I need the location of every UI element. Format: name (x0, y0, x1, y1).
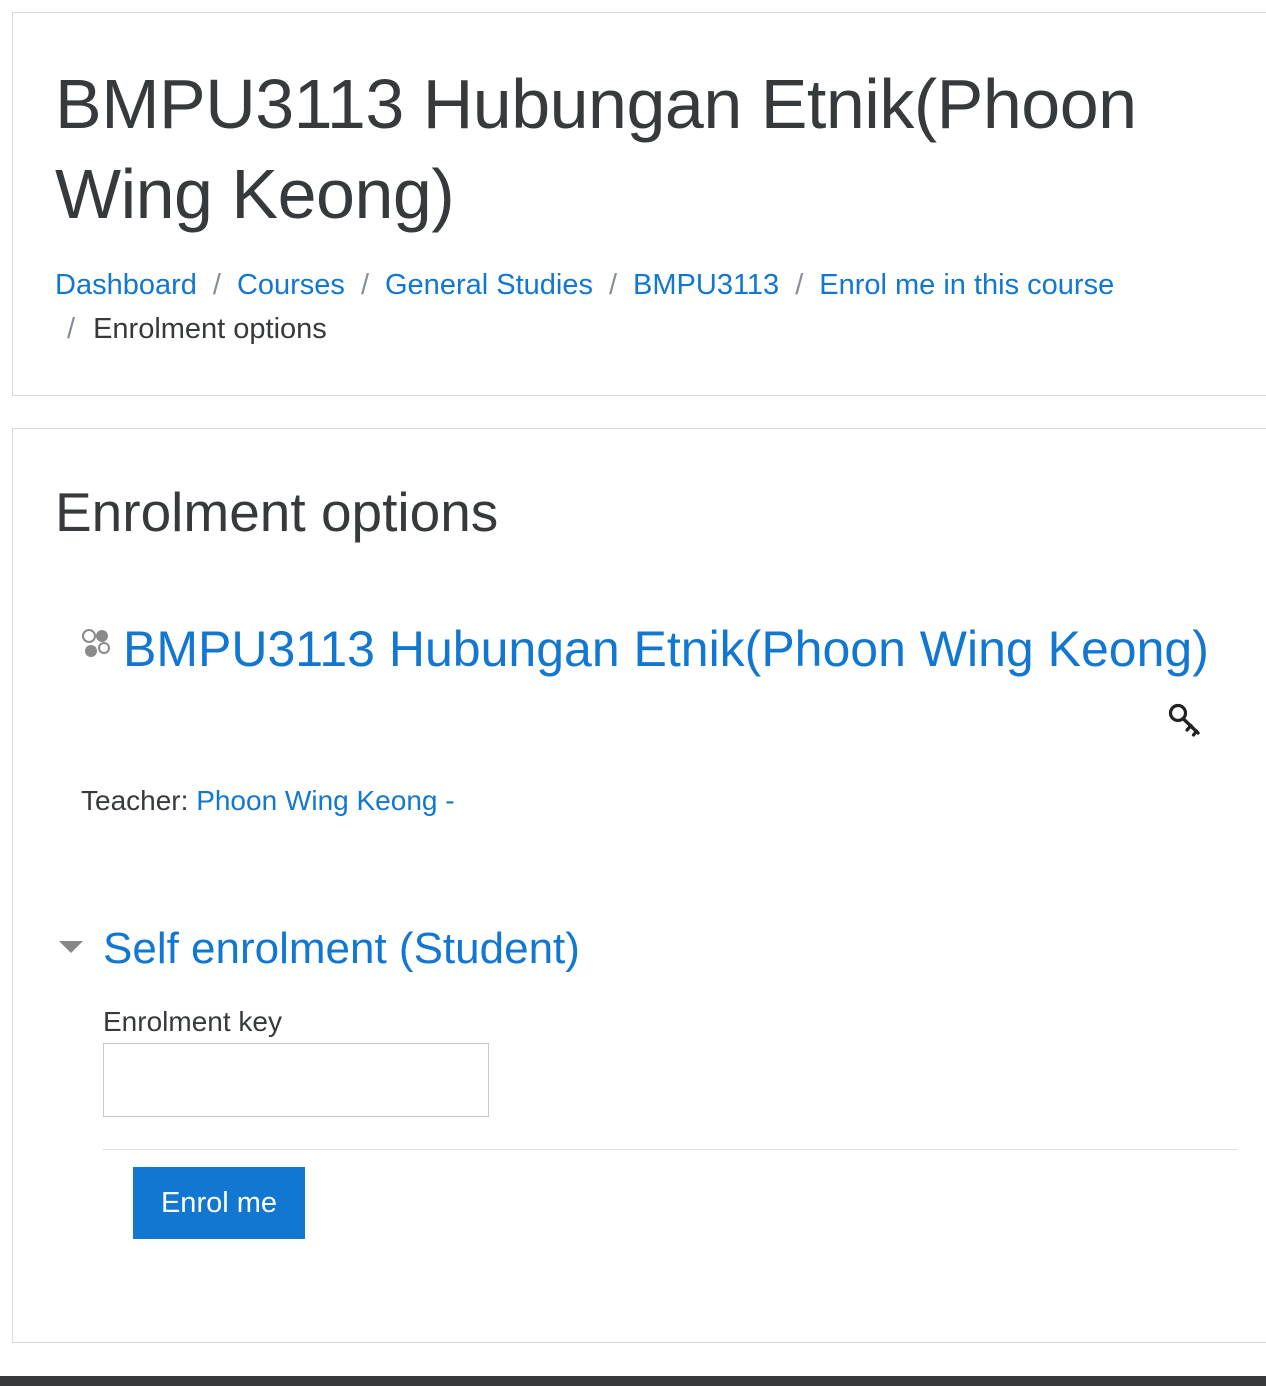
teacher-label: Teacher: (81, 785, 189, 816)
enrolment-key-input[interactable] (103, 1043, 489, 1117)
breadcrumb-separator: / (360, 269, 369, 301)
page-title: BMPU3113 Hubungan Etnik(Phoon Wing Keong… (55, 65, 1137, 233)
breadcrumb-item-courses[interactable]: Courses (237, 269, 345, 301)
breadcrumb: Dashboard / Courses / General Studies / BMPU31… (55, 263, 1255, 351)
breadcrumb-link-dashboard[interactable]: Dashboard (55, 269, 197, 301)
section-title: Enrolment options (55, 481, 499, 543)
teacher-name-link[interactable]: Phoon Wing Keong - (196, 785, 454, 816)
self-enrolment-title[interactable]: Self enrolment (Student) (103, 919, 580, 979)
breadcrumb-separator: / (795, 269, 804, 301)
breadcrumb-separator: / (608, 269, 618, 301)
breadcrumb-item-dashboard[interactable]: Dashboard (55, 269, 197, 301)
breadcrumb-separator: / (67, 313, 76, 345)
key-icon (1168, 703, 1200, 737)
breadcrumb-item-general-studies[interactable]: General Studies (385, 269, 593, 301)
breadcrumb-line: / Enrolment options (55, 307, 1255, 351)
breadcrumb-link-enrol[interactable]: Enrol me in this course (819, 269, 1114, 301)
page-header: BMPU3113 Hubungan Etnik(Phoon Wing Keong… (12, 12, 1266, 396)
teacher-info: Teacher: Phoon Wing Keong - (81, 781, 455, 821)
breadcrumb-item-current: Enrolment options (93, 313, 327, 345)
breadcrumb-item-course-code[interactable]: BMPU3113 (633, 269, 779, 301)
form-divider (103, 1149, 1237, 1150)
breadcrumb-link-general-studies[interactable]: General Studies (385, 269, 593, 301)
main-region: Enrolment options BMPU3113 Hubungan Etni… (12, 428, 1266, 1343)
course-name-link[interactable]: BMPU3113 Hubungan Etnik(Phoon Wing Keong… (123, 617, 1209, 681)
breadcrumb-link-course-code[interactable]: BMPU3113 (633, 269, 779, 301)
breadcrumb-item-enrol[interactable]: Enrol me in this course (819, 269, 1114, 301)
breadcrumb-separator: / (212, 269, 221, 301)
footer-bar (0, 1376, 1266, 1386)
enrol-me-button[interactable]: Enrol me (133, 1167, 305, 1239)
breadcrumb-link-courses[interactable]: Courses (237, 269, 345, 301)
enrolment-key-label: Enrolment key (103, 1006, 282, 1037)
collapse-caret-icon[interactable] (59, 941, 83, 953)
course-icon (82, 629, 110, 657)
